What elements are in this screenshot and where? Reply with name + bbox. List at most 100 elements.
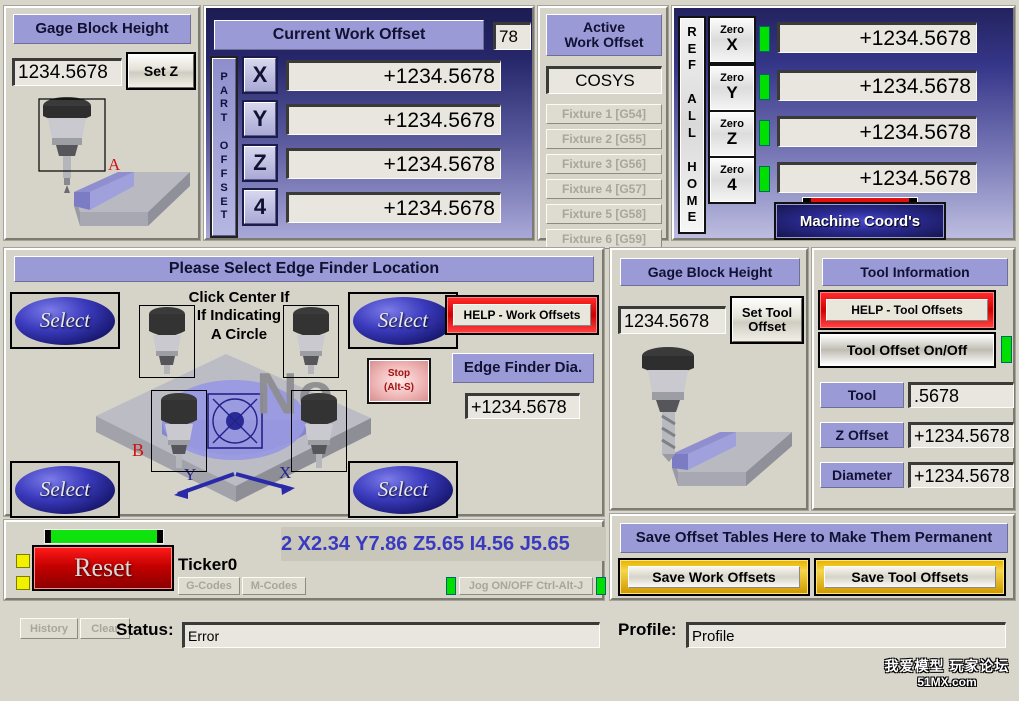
zero-4-button[interactable]: Zero 4 xyxy=(708,156,756,204)
axis-key-y: Y xyxy=(242,100,278,138)
ref-all-home-button[interactable]: REF ALL HOME xyxy=(678,16,706,234)
set-tool-offset-button[interactable]: Set Tool Offset xyxy=(730,296,804,344)
axis-key-x: X xyxy=(242,56,278,94)
jog-toggle-group[interactable]: Jog ON/OFF Ctrl-Alt-J xyxy=(446,576,606,596)
watermark: 我爱模型 玩家论坛 51MX.com xyxy=(883,653,1011,695)
help-work-offsets-label: HELP - Work Offsets xyxy=(453,304,591,326)
m-codes-button[interactable]: M-Codes xyxy=(242,577,306,595)
axis-key-4: 4 xyxy=(242,188,278,226)
fixture-1-g54-button[interactable]: Fixture 1 [G54] xyxy=(546,104,662,124)
tool-diameter-value[interactable]: +1234.5678 xyxy=(908,462,1014,488)
machine-coord-y-value[interactable]: +1234.5678 xyxy=(777,70,977,101)
machine-coord-z-value[interactable]: +1234.5678 xyxy=(777,116,977,147)
fixture-4-g57-button[interactable]: Fixture 4 [G57] xyxy=(546,179,662,199)
save-offsets-panel: Save Offset Tables Here to Make Them Per… xyxy=(609,513,1016,601)
select-button-bottom-right-label: Select xyxy=(353,465,453,514)
profile-bar: Profile: Profile xyxy=(610,608,1015,652)
select-button-top-right-label: Select xyxy=(353,296,453,345)
fixture-6-g59-button[interactable]: Fixture 6 [G59] xyxy=(546,229,662,249)
zero-4-led xyxy=(759,166,770,192)
jog-led-right xyxy=(596,577,606,595)
current-work-offset-title: Current Work Offset xyxy=(214,20,484,50)
select-button-bottom-right[interactable]: Select xyxy=(348,461,458,518)
zero-x-button[interactable]: Zero X xyxy=(708,16,756,64)
zero-y-axis: Y xyxy=(726,83,738,103)
status-value: Error xyxy=(182,622,600,648)
stop-button-line2: (Alt-S) xyxy=(384,382,414,393)
zero-4-axis: 4 xyxy=(727,175,737,195)
part-offset-4-value[interactable]: +1234.5678 xyxy=(286,192,501,223)
svg-text:X: X xyxy=(279,463,291,482)
edge-finder-title: Please Select Edge Finder Location xyxy=(14,256,594,282)
stop-button-line1: Stop xyxy=(387,367,411,379)
save-tool-offsets-button[interactable]: Save Tool Offsets xyxy=(814,558,1006,596)
jog-led-left xyxy=(446,577,456,595)
fixture-2-g55-button[interactable]: Fixture 2 [G55] xyxy=(546,129,662,149)
select-button-bottom-left-label: Select xyxy=(15,465,115,514)
stop-button[interactable]: Stop (Alt-S) xyxy=(367,358,431,404)
current-work-offset-number[interactable]: 78 xyxy=(493,22,531,50)
set-z-button[interactable]: Set Z xyxy=(126,52,196,90)
edge-finder-hint-line2: If Indicating xyxy=(196,307,282,325)
zero-z-button[interactable]: Zero Z xyxy=(708,110,756,158)
reset-button[interactable]: Reset xyxy=(32,545,174,591)
save-work-offsets-button[interactable]: Save Work Offsets xyxy=(618,558,810,596)
set-tool-offset-line2: Offset xyxy=(748,319,786,334)
part-offset-y-value[interactable]: +1234.5678 xyxy=(286,104,501,135)
marker-b-label: B xyxy=(132,440,144,460)
zero-z-led xyxy=(759,120,770,146)
save-work-offsets-label: Save Work Offsets xyxy=(628,566,800,588)
zero-x-led xyxy=(759,26,770,52)
part-offset-x-value[interactable]: +1234.5678 xyxy=(286,60,501,91)
machine-coords-button[interactable]: Machine Coord's xyxy=(774,202,946,240)
part-offset-z-value[interactable]: +1234.5678 xyxy=(286,148,501,179)
gage-block-height-value[interactable]: 1234.5678 xyxy=(12,58,122,86)
tool-number-label: Tool xyxy=(820,382,904,408)
gage-block-height-panel: Gage Block Height 1234.5678 Set Z A xyxy=(3,5,201,241)
set-tool-offset-line1: Set Tool xyxy=(741,305,793,321)
indicator-led-top xyxy=(16,554,30,568)
watermark-line2: 51MX.com xyxy=(917,675,977,690)
tool-diameter-label: Diameter xyxy=(820,462,904,488)
reset-button-label: Reset xyxy=(74,553,132,582)
cosys-value[interactable]: COSYS xyxy=(546,66,662,94)
g-codes-button[interactable]: G-Codes xyxy=(178,577,240,595)
watermark-line1: 我爱模型 玩家论坛 xyxy=(884,657,1010,674)
machine-coord-4-value[interactable]: +1234.5678 xyxy=(777,162,977,193)
jog-on-off-button[interactable]: Jog ON/OFF Ctrl-Alt-J xyxy=(459,577,593,595)
select-button-top-left-label: Select xyxy=(15,296,115,345)
zero-y-led xyxy=(759,74,770,100)
help-tool-offsets-button[interactable]: HELP - Tool Offsets xyxy=(818,290,996,330)
status-label: Status: xyxy=(116,620,174,639)
ticker-panel: Reset Ticker0 G-Codes M-Codes 2 X2.34 Y7… xyxy=(3,519,606,601)
endmill-on-part-graphic xyxy=(642,347,792,486)
mach3-offsets-screen: Gage Block Height 1234.5678 Set Z A Curr… xyxy=(0,0,1019,701)
select-button-bottom-left[interactable]: Select xyxy=(10,461,120,518)
machine-coord-x-value[interactable]: +1234.5678 xyxy=(777,22,977,53)
select-button-top-left[interactable]: Select xyxy=(10,292,120,349)
active-work-offset-title-line2: Work Offset xyxy=(564,34,644,50)
active-work-offset-title: Active Work Offset xyxy=(546,14,662,56)
edge-finder-hint-line1: Click Center If xyxy=(188,289,290,306)
fixture-3-g56-button[interactable]: Fixture 3 [G56] xyxy=(546,154,662,174)
svg-text:A: A xyxy=(108,155,121,174)
gage-block-height-title: Gage Block Height xyxy=(13,14,191,44)
zero-x-axis: X xyxy=(726,35,738,55)
help-work-offsets-button[interactable]: HELP - Work Offsets xyxy=(445,295,599,335)
probe-bottom-right xyxy=(291,390,347,472)
reset-status-bar xyxy=(44,529,164,544)
history-button[interactable]: History xyxy=(20,618,78,639)
tool-z-offset-value[interactable]: +1234.5678 xyxy=(908,422,1014,448)
ticker-name: Ticker0 xyxy=(178,555,238,574)
tool-number-value[interactable]: .5678 xyxy=(908,382,1014,408)
machine-coords-panel: REF ALL HOME Zero X +1234.5678 Zero Y +1… xyxy=(671,5,1016,241)
select-button-top-right[interactable]: Select xyxy=(348,292,458,349)
zero-y-button[interactable]: Zero Y xyxy=(708,64,756,112)
fixture-5-g58-button[interactable]: Fixture 5 [G58] xyxy=(546,204,662,224)
tool-offset-on-off-button[interactable]: Tool Offset On/Off xyxy=(818,332,996,368)
tool-offset-led xyxy=(1001,336,1012,363)
current-work-offset-panel: Current Work Offset 78 PART OFFSET X +12… xyxy=(203,5,535,241)
edge-finder-dia-value[interactable]: +1234.5678 xyxy=(465,393,580,419)
gcode-line-display: 2 X2.34 Y7.86 Z5.65 I4.56 J5.65 xyxy=(281,527,606,561)
tool-gage-block-height-value[interactable]: 1234.5678 xyxy=(618,306,726,334)
